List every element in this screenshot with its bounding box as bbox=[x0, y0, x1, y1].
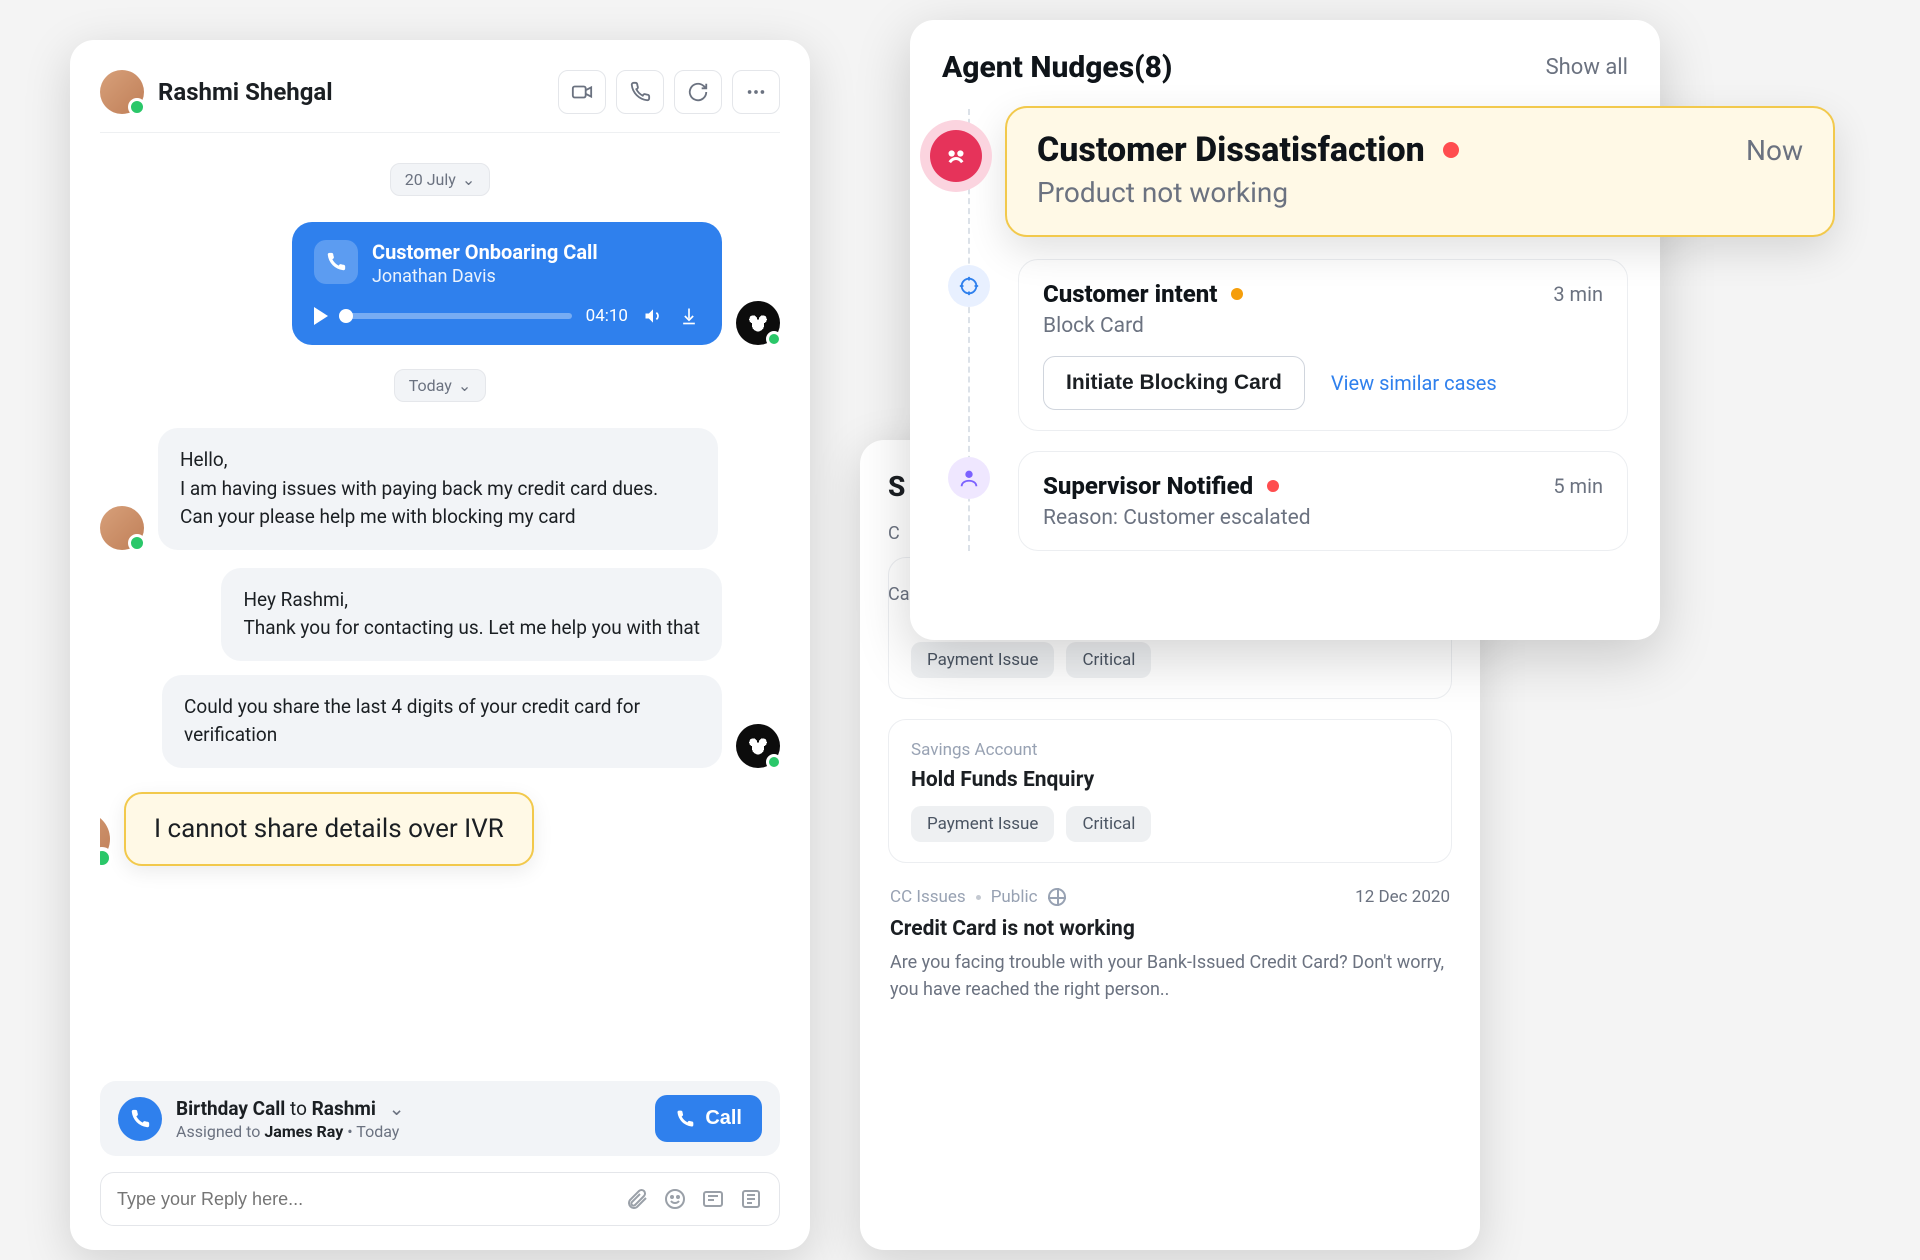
conversation-body: 20 July ⌄ Customer Onboaring Call Jonatha… bbox=[100, 133, 780, 1051]
tag[interactable]: Critical bbox=[1066, 806, 1151, 842]
nudge-card[interactable]: Supervisor Notified 5 min Reason: Custom… bbox=[1018, 451, 1628, 551]
chevron-down-icon: ⌄ bbox=[462, 170, 475, 189]
chevron-down-icon: ⌄ bbox=[458, 376, 471, 395]
initiate-blocking-button[interactable]: Initiate Blocking Card bbox=[1043, 356, 1305, 410]
highlight-message: I cannot share details over IVR bbox=[124, 792, 534, 866]
dissatisfaction-face-icon bbox=[920, 120, 992, 192]
callout-subtitle: Product not working bbox=[1037, 176, 1803, 209]
agent-avatar[interactable] bbox=[736, 301, 780, 345]
phone-icon bbox=[314, 240, 358, 284]
template-icon[interactable] bbox=[739, 1187, 763, 1211]
header-actions bbox=[558, 70, 780, 114]
nudge-time: 5 min bbox=[1553, 474, 1603, 498]
tag[interactable]: Payment Issue bbox=[911, 806, 1054, 842]
date-label: 20 July bbox=[405, 170, 456, 189]
status-dot-red bbox=[1443, 142, 1459, 158]
article-body: Are you facing trouble with your Bank-Is… bbox=[890, 949, 1450, 1003]
status-dot-amber bbox=[1231, 288, 1243, 300]
nudge-item-supervisor: Supervisor Notified 5 min Reason: Custom… bbox=[1018, 451, 1628, 551]
outgoing-row: Customer Onboaring Call Jonathan Davis 0… bbox=[100, 222, 780, 345]
nudges-title: Agent Nudges(8) bbox=[942, 50, 1172, 85]
play-icon[interactable] bbox=[314, 307, 328, 325]
dissatisfaction-callout[interactable]: Customer Dissatisfaction Now Product not… bbox=[1005, 106, 1835, 237]
video-call-icon[interactable] bbox=[558, 70, 606, 114]
highlight-row: I cannot share details over IVR bbox=[100, 792, 780, 866]
call-button-label: Call bbox=[705, 1107, 742, 1130]
show-all-link[interactable]: Show all bbox=[1546, 55, 1628, 80]
customer-avatar[interactable] bbox=[100, 506, 144, 550]
audio-player: 04:10 bbox=[314, 305, 700, 327]
nudge-subtitle: Block Card bbox=[1043, 314, 1603, 338]
assignment-title: Birthday Call to Rashmi ⌄ bbox=[176, 1097, 641, 1120]
refresh-icon[interactable] bbox=[674, 70, 722, 114]
compose-bar bbox=[100, 1172, 780, 1226]
call-recording-card[interactable]: Customer Onboaring Call Jonathan Davis 0… bbox=[292, 222, 722, 345]
nudge-card[interactable]: Customer intent 3 min Block Card Initiat… bbox=[1018, 259, 1628, 431]
tag[interactable]: Payment Issue bbox=[911, 642, 1054, 678]
suggestion-card[interactable]: Savings Account Hold Funds Enquiry Payme… bbox=[888, 719, 1452, 863]
nudge-time: 3 min bbox=[1553, 282, 1603, 306]
contact-avatar[interactable] bbox=[100, 70, 144, 114]
outgoing-row-2: Hey Rashmi, Thank you for contacting us.… bbox=[100, 568, 780, 768]
volume-icon[interactable] bbox=[642, 305, 664, 327]
audio-track[interactable] bbox=[342, 313, 572, 319]
assignment-card: Birthday Call to Rashmi ⌄ Assigned to Ja… bbox=[100, 1081, 780, 1156]
agent-avatar[interactable] bbox=[736, 724, 780, 768]
contact-name: Rashmi Shehgal bbox=[158, 78, 544, 106]
crosshair-icon bbox=[948, 265, 990, 307]
agent-message: Hey Rashmi, Thank you for contacting us.… bbox=[221, 568, 722, 661]
call-subtitle: Jonathan Davis bbox=[372, 266, 598, 287]
date-label: Today bbox=[409, 376, 452, 395]
tag[interactable]: Critical bbox=[1066, 642, 1151, 678]
callout-time: Now bbox=[1746, 134, 1803, 167]
nudge-title: Supervisor Notified bbox=[1043, 472, 1253, 500]
reply-input[interactable] bbox=[117, 1189, 611, 1210]
incoming-row: Hello, I am having issues with paying ba… bbox=[100, 428, 780, 550]
emoji-icon[interactable] bbox=[663, 1187, 687, 1211]
assignment-subtitle: Assigned to James Ray • Today bbox=[176, 1122, 641, 1141]
date-separator-today[interactable]: Today ⌄ bbox=[394, 369, 486, 402]
article-meta: CC Issues Public 12 Dec 2020 bbox=[890, 887, 1450, 907]
nudge-item-intent: Customer intent 3 min Block Card Initiat… bbox=[1018, 259, 1628, 431]
article-card[interactable]: CC Issues Public 12 Dec 2020 Credit Card… bbox=[888, 883, 1452, 1007]
canned-response-icon[interactable] bbox=[701, 1187, 725, 1211]
download-icon[interactable] bbox=[678, 305, 700, 327]
customer-message: Hello, I am having issues with paying ba… bbox=[158, 428, 718, 550]
attachment-icon[interactable] bbox=[625, 1187, 649, 1211]
chevron-down-icon[interactable]: ⌄ bbox=[389, 1097, 405, 1120]
presence-dot bbox=[128, 98, 146, 116]
article-date: 12 Dec 2020 bbox=[1355, 887, 1450, 907]
phone-circle-icon bbox=[118, 1097, 162, 1141]
more-icon[interactable] bbox=[732, 70, 780, 114]
chat-panel: Rashmi Shehgal 20 July ⌄ bbox=[70, 40, 810, 1250]
call-button[interactable]: Call bbox=[655, 1095, 762, 1142]
date-separator[interactable]: 20 July ⌄ bbox=[390, 163, 490, 196]
customer-avatar-large[interactable] bbox=[100, 812, 110, 866]
article-title: Credit Card is not working bbox=[890, 917, 1450, 941]
agent-message: Could you share the last 4 digits of you… bbox=[162, 675, 722, 768]
audio-time: 04:10 bbox=[586, 306, 628, 326]
nudge-title: Customer intent bbox=[1043, 280, 1217, 308]
suggestion-title: Hold Funds Enquiry bbox=[911, 768, 1429, 792]
suggestion-category: Savings Account bbox=[911, 740, 1429, 760]
supervisor-icon bbox=[948, 457, 990, 499]
globe-icon bbox=[1048, 888, 1066, 906]
callout-title: Customer Dissatisfaction bbox=[1037, 130, 1425, 170]
view-similar-link[interactable]: View similar cases bbox=[1331, 371, 1497, 395]
voice-call-icon[interactable] bbox=[616, 70, 664, 114]
chat-header: Rashmi Shehgal bbox=[100, 70, 780, 133]
call-title: Customer Onboaring Call bbox=[372, 240, 598, 264]
nudge-subtitle: Reason: Customer escalated bbox=[1043, 506, 1603, 530]
status-dot-red bbox=[1267, 480, 1279, 492]
